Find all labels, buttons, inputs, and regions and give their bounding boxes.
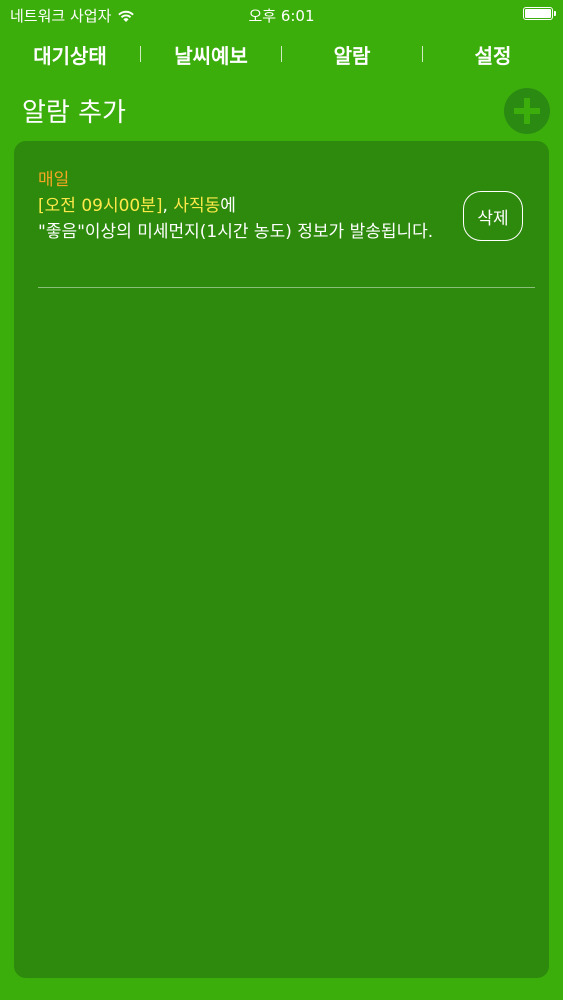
list-item: 매일 [오전 09시00분], 사직동에 "좋음"이상의 미세먼지(1시간 농도… [38, 163, 535, 288]
top-tabs: 대기상태 날씨예보 알람 설정 [0, 32, 563, 76]
battery-fill [525, 9, 551, 18]
status-time: 오후 6:01 [248, 7, 315, 25]
alarm-place: 사직동 [173, 196, 221, 216]
tab-settings[interactable]: 설정 [423, 40, 563, 69]
tab-alarm[interactable]: 알람 [282, 40, 422, 69]
alarm-list-panel: 매일 [오전 09시00분], 사직동에 "좋음"이상의 미세먼지(1시간 농도… [14, 141, 549, 978]
alarm-place-suffix: 에 [220, 196, 236, 216]
alarm-header: 알람 추가 [22, 88, 552, 134]
alarm-time-place-line: [오전 09시00분], 사직동에 [38, 193, 458, 219]
page-title: 알람 추가 [22, 98, 126, 128]
tab-forecast[interactable]: 날씨예보 [141, 40, 281, 69]
alarm-message: "좋음"이상의 미세먼지(1시간 농도) 정보가 발송됩니다. [38, 222, 434, 242]
battery-icon [523, 7, 556, 20]
add-alarm-button[interactable] [504, 88, 550, 134]
tab-standby[interactable]: 대기상태 [0, 40, 140, 69]
alarm-repeat: 매일 [38, 170, 70, 190]
status-bar: 네트워크 사업자 오후 6:01 [0, 0, 563, 28]
alarm-separator: , [162, 196, 174, 216]
delete-button[interactable]: 삭제 [463, 191, 523, 241]
alarm-description: 매일 [오전 09시00분], 사직동에 "좋음"이상의 미세먼지(1시간 농도… [38, 167, 458, 245]
alarm-time: [오전 09시00분] [38, 196, 163, 216]
